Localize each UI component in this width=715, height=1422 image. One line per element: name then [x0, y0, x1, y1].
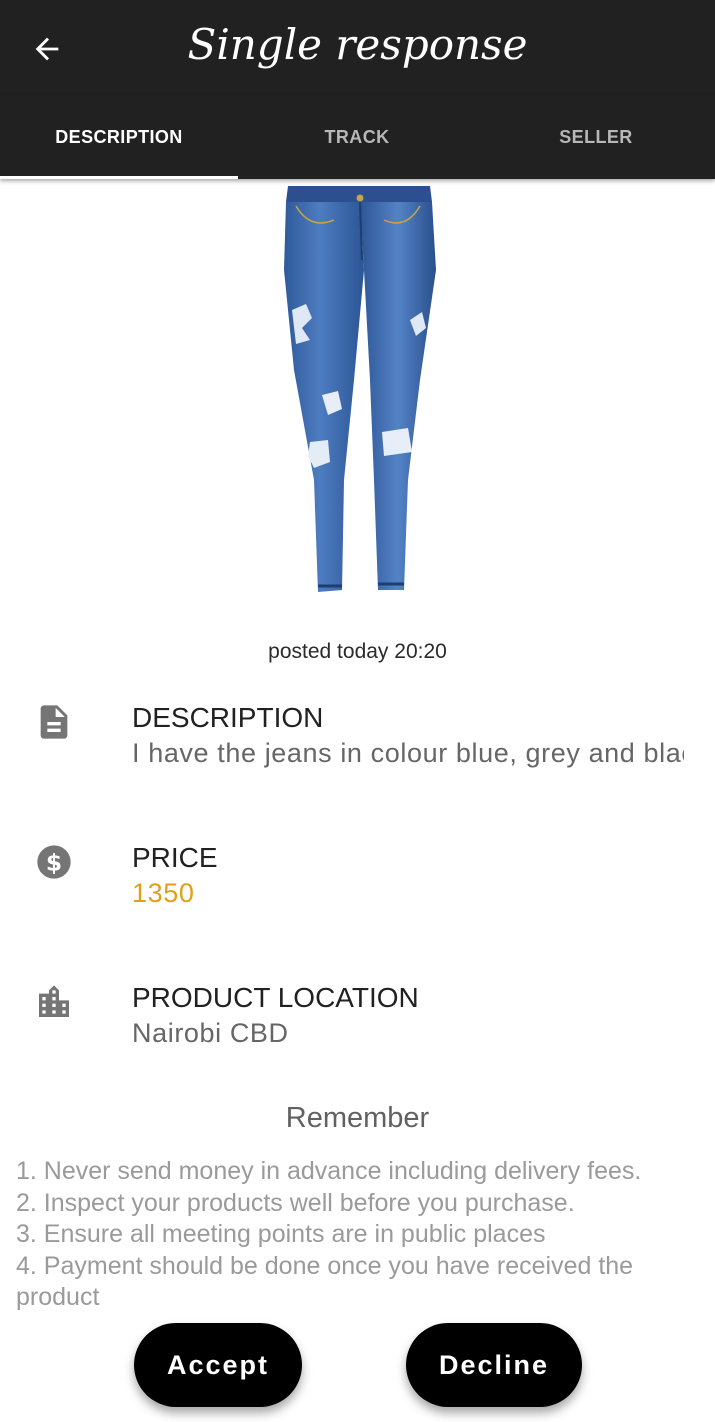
tab-track[interactable]: TRACK	[238, 95, 476, 179]
decline-button[interactable]: Decline	[406, 1323, 582, 1407]
single-response-screen: Single response DESCRIPTION TRACK SELLER	[0, 0, 715, 1422]
svg-text:$: $	[46, 848, 62, 876]
price-value: 1350	[132, 878, 195, 908]
accept-button[interactable]: Accept	[134, 1323, 302, 1407]
document-icon	[40, 705, 68, 739]
location-label: PRODUCT LOCATION	[132, 982, 419, 1013]
tab-bar: DESCRIPTION TRACK SELLER	[0, 95, 715, 179]
product-image[interactable]	[270, 180, 450, 600]
tip-item: 2. Inspect your products well before you…	[16, 1188, 575, 1217]
tab-track-label: TRACK	[324, 126, 390, 147]
tab-description-label: DESCRIPTION	[55, 126, 183, 147]
description-value: I have the jeans in colour blue, grey an…	[132, 738, 684, 768]
price-row: $ PRICE 1350	[0, 842, 715, 932]
description-label: DESCRIPTION	[132, 702, 324, 733]
tip-item: 3. Ensure all meeting points are in publ…	[16, 1220, 546, 1248]
tip-item: 1. Never send money in advance including…	[16, 1157, 642, 1185]
tab-seller[interactable]: SELLER	[477, 95, 715, 179]
remember-title: Remember	[285, 1102, 430, 1134]
city-buildings-icon	[39, 985, 69, 1017]
page-title: Single response	[187, 20, 528, 69]
safety-tips: 1. Never send money in advance including…	[16, 1156, 696, 1314]
description-row: DESCRIPTION I have the jeans in colour b…	[0, 702, 715, 792]
dollar-circle-icon: $	[37, 845, 71, 879]
tab-indicator	[0, 176, 238, 179]
tip-item: 4. Payment should be done once you have …	[16, 1251, 634, 1312]
tab-description[interactable]: DESCRIPTION	[0, 95, 238, 179]
price-label: PRICE	[132, 842, 218, 873]
posted-time: posted today 20:20	[268, 640, 447, 663]
tab-seller-label: SELLER	[559, 126, 633, 147]
app-bar: Single response	[0, 0, 715, 95]
location-row: PRODUCT LOCATION Nairobi CBD	[0, 982, 715, 1072]
location-value: Nairobi CBD	[132, 1018, 289, 1048]
